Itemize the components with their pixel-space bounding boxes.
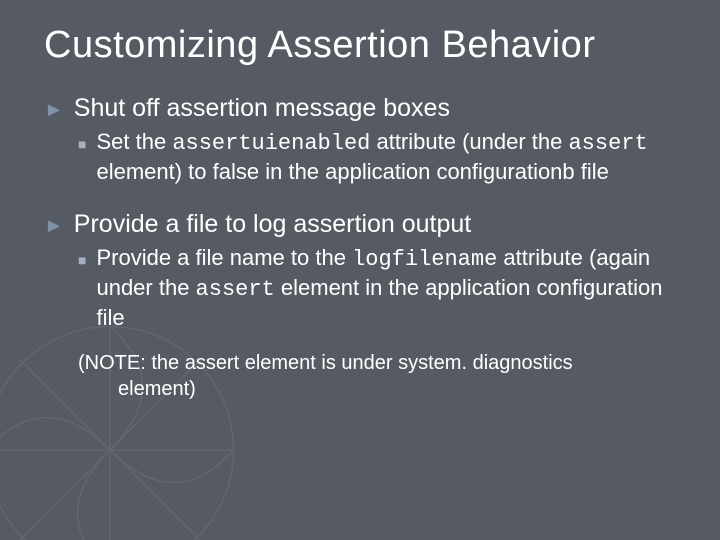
triangle-bullet-icon: ► [44,98,64,123]
bullet-1-text: Shut off assertion message boxes [74,93,450,124]
note-text: (NOTE: the assert element is under syste… [78,350,676,402]
bullet-2: ► Provide a file to log assertion output [44,209,676,240]
code-assertuienabled: assertuienabled [172,131,370,156]
bullet-1: ► Shut off assertion message boxes [44,93,676,124]
square-bullet-icon: ■ [78,136,86,154]
triangle-bullet-icon: ► [44,214,64,239]
bullet-2-1: ■ Provide a file name to the logfilename… [78,244,676,332]
bullet-2-text: Provide a file to log assertion output [74,209,471,240]
slide: Customizing Assertion Behavior ► Shut of… [0,0,720,540]
bullet-1-1-text: Set the assertuienabled attribute (under… [96,128,676,186]
square-bullet-icon: ■ [78,252,86,270]
bullet-1-1: ■ Set the assertuienabled attribute (und… [78,128,676,186]
slide-title: Customizing Assertion Behavior [44,24,676,67]
code-logfilename: logfilename [352,247,497,272]
code-assert: assert [196,277,275,302]
bullet-2-1-text: Provide a file name to the logfilename a… [96,244,676,332]
code-assert: assert [568,131,647,156]
